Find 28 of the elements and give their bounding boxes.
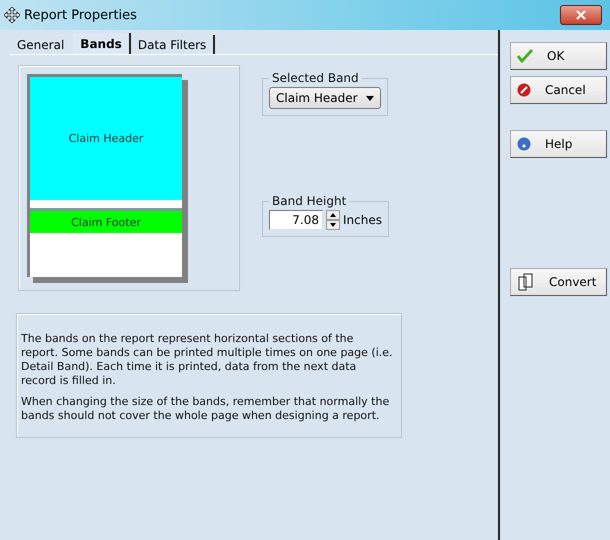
info-paragraph: When changing the size of the bands, remember that normally the bands should not cover the whole page when designing a report. bbox=[21, 395, 390, 423]
dialog-button[interactable]: Help bbox=[510, 130, 607, 158]
move-cursor-icon bbox=[4, 7, 20, 23]
tab[interactable]: Bands bbox=[73, 33, 131, 54]
group-label: Selected Band bbox=[271, 71, 360, 85]
dialog-button[interactable]: Convert bbox=[510, 268, 607, 296]
dialog-button[interactable]: Cancel bbox=[510, 76, 607, 104]
pages-icon bbox=[517, 273, 535, 291]
unit-label: Inches bbox=[343, 213, 382, 227]
down-arrow-icon bbox=[330, 223, 336, 227]
spin-down-button[interactable] bbox=[326, 220, 340, 230]
checkmark-icon bbox=[517, 49, 533, 63]
tab[interactable]: General bbox=[10, 35, 74, 54]
caret-icon bbox=[366, 96, 374, 100]
height-field[interactable]: 7.08 bbox=[269, 210, 323, 230]
up-arrow-icon bbox=[330, 213, 336, 217]
info-paragraph: The bands on the report represent horizontal sections of the report. Some bands can be printed multiple times on one page (i.e. Detail Band). Each time it is printed, data from the next data record is filled in. bbox=[21, 332, 393, 388]
close-icon bbox=[576, 10, 586, 20]
group-label: Band Height bbox=[271, 194, 348, 208]
stop-icon bbox=[517, 83, 531, 97]
band-dropdown[interactable]: Claim Header bbox=[269, 87, 381, 109]
band[interactable]: Claim Footer bbox=[30, 208, 182, 233]
tab[interactable]: Data Filters bbox=[130, 35, 216, 54]
dialog-button[interactable]: OK bbox=[510, 42, 607, 70]
help-icon bbox=[517, 137, 531, 151]
close-button[interactable] bbox=[560, 5, 602, 25]
window-title: Report Properties bbox=[24, 8, 138, 22]
spin-up-button[interactable] bbox=[326, 210, 340, 220]
